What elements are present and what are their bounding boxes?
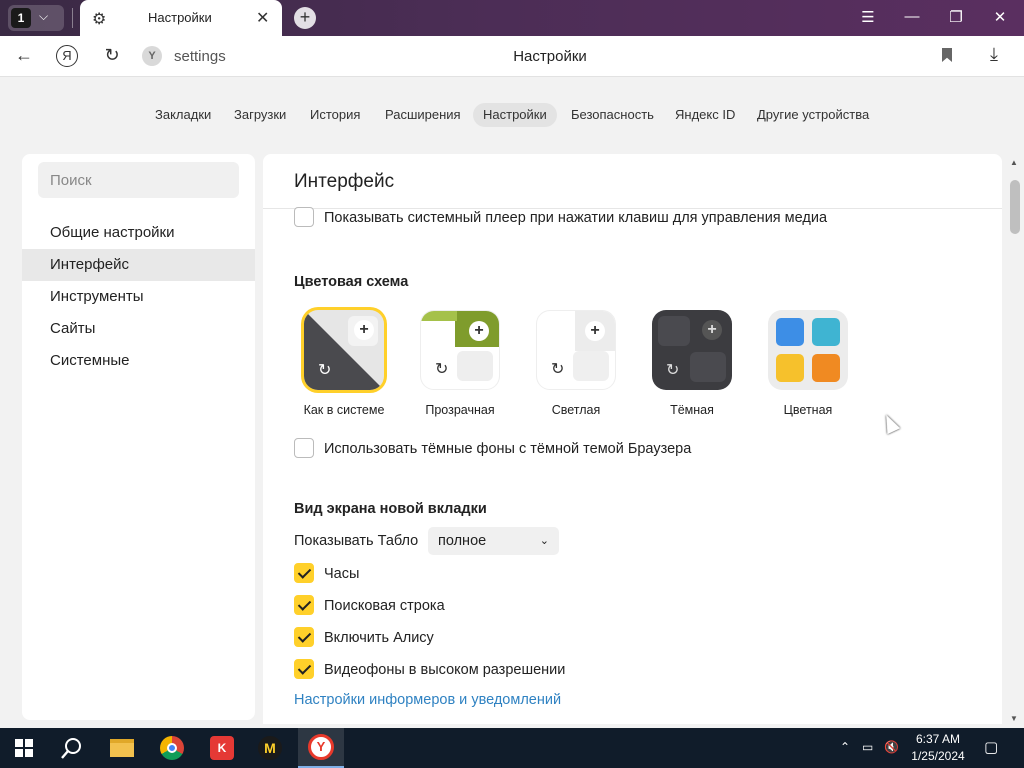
tablo-label: Показывать Табло: [294, 533, 419, 549]
network-icon[interactable]: ▭: [862, 740, 873, 754]
dark-backgrounds-checkbox[interactable]: [294, 438, 314, 458]
windows-taskbar: K M Y ⌃ ▭ 🔇 6:37 AM 1/25/2024 ▢: [0, 728, 1024, 768]
dark-backgrounds-label: Использовать тёмные фоны с тёмной темой …: [324, 441, 692, 457]
settings-sidebar: Общие настройки Интерфейс Инструменты Са…: [22, 154, 255, 720]
theme-system-label: Как в системе: [303, 403, 385, 417]
topnav-yandex-id[interactable]: Яндекс ID: [665, 103, 745, 127]
sidebar-item-general[interactable]: Общие настройки: [22, 217, 255, 249]
alice-label: Включить Алису: [324, 630, 434, 646]
tab-separator: [72, 8, 73, 28]
search-bar-checkbox[interactable]: [294, 595, 314, 615]
scrollbar-thumb[interactable]: [1010, 180, 1020, 234]
chevron-down-icon: ⌄: [539, 535, 549, 547]
minimize-button[interactable]: —: [902, 8, 922, 25]
tablo-select[interactable]: полное ⌄: [428, 527, 559, 555]
theme-transparent[interactable]: + ↻ Прозрачная: [412, 310, 508, 417]
hd-video-backgrounds-label: Видеофоны в высоком разрешении: [324, 662, 566, 678]
theme-dark[interactable]: + ↻ Тёмная: [644, 310, 740, 417]
yandex-browser-taskbar-button[interactable]: Y: [298, 728, 344, 768]
address-bar: ← Я ↻ Y settings Настройки ⤓: [0, 36, 1024, 77]
kinopoisk-app-icon[interactable]: K: [208, 734, 236, 762]
active-tab[interactable]: ⚙ Настройки ✕: [80, 0, 282, 36]
download-icon[interactable]: ⤓: [990, 44, 998, 65]
topnav-extensions[interactable]: Расширения: [375, 103, 471, 127]
reload-icon: ↻: [666, 362, 680, 379]
plus-icon: +: [585, 321, 605, 341]
search-box: [38, 162, 239, 198]
theme-colored[interactable]: Цветная: [760, 310, 856, 417]
theme-light[interactable]: + ↻ Светлая: [528, 310, 624, 417]
media-player-label: Показывать системный плеер при нажатии к…: [324, 210, 828, 226]
theme-colored-label: Цветная: [783, 403, 833, 417]
yandex-market-icon[interactable]: M: [256, 734, 284, 762]
close-tab-icon[interactable]: ✕: [256, 8, 269, 28]
settings-topnav: Закладки Загрузки История Расширения Нас…: [0, 100, 1024, 130]
plus-icon: +: [702, 320, 722, 340]
clock-time: 6:37 AM: [915, 732, 961, 746]
theme-light-label: Светлая: [551, 403, 601, 417]
informers-settings-link[interactable]: Настройки информеров и уведомлений: [294, 692, 561, 708]
theme-light-preview: + ↻: [536, 310, 616, 390]
theme-system-preview: + ↻: [304, 310, 384, 390]
reload-icon: ↻: [318, 362, 332, 379]
topnav-history[interactable]: История: [300, 103, 370, 127]
reload-icon: ↻: [551, 361, 565, 378]
hd-video-backgrounds-checkbox[interactable]: [294, 659, 314, 679]
clock-date: 1/25/2024: [911, 749, 965, 763]
gear-icon: ⚙: [92, 11, 107, 28]
windows-start-icon[interactable]: [10, 734, 38, 762]
sidebar-item-sites[interactable]: Сайты: [22, 313, 255, 345]
menu-icon[interactable]: ☰: [858, 8, 878, 26]
yandex-browser-icon: Y: [308, 734, 334, 760]
search-icon[interactable]: [58, 734, 86, 762]
theme-dark-label: Тёмная: [670, 403, 714, 417]
sidebar-item-system[interactable]: Системные: [22, 345, 255, 377]
file-explorer-icon[interactable]: [108, 734, 136, 762]
topnav-settings[interactable]: Настройки: [473, 103, 557, 127]
tab-count: 1: [11, 8, 31, 28]
theme-system[interactable]: + ↻ Как в системе: [296, 310, 392, 417]
new-tab-heading: Вид экрана новой вкладки: [294, 501, 487, 517]
notifications-icon[interactable]: ▢: [984, 738, 998, 756]
browser-titlebar: 1 ⌵ ⚙ Настройки ✕ + ☰ — ❐ ✕: [0, 0, 1024, 36]
chevron-down-icon: ⌵: [39, 9, 49, 23]
taskbar-clock[interactable]: 6:37 AM 1/25/2024: [906, 731, 970, 765]
tablo-select-value: полное: [438, 533, 487, 549]
search-input[interactable]: [38, 162, 239, 198]
alice-checkbox[interactable]: [294, 627, 314, 647]
color-scheme-heading: Цветовая схема: [294, 274, 409, 290]
tab-counter-button[interactable]: 1 ⌵: [8, 5, 64, 31]
sidebar-item-interface[interactable]: Интерфейс: [22, 249, 255, 281]
settings-main-panel: Интерфейс Показывать системный плеер при…: [263, 154, 1002, 724]
sidebar-item-tools[interactable]: Инструменты: [22, 281, 255, 313]
tab-title: Настройки: [148, 10, 212, 25]
media-player-checkbox[interactable]: [294, 207, 314, 227]
clock-label: Часы: [324, 566, 360, 582]
topnav-security[interactable]: Безопасность: [561, 103, 664, 127]
topnav-bookmarks[interactable]: Закладки: [145, 103, 221, 127]
theme-transparent-preview: + ↻: [420, 310, 500, 390]
plus-icon: +: [354, 320, 374, 340]
clock-checkbox[interactable]: [294, 563, 314, 583]
section-heading: Интерфейс: [294, 171, 395, 192]
topnav-downloads[interactable]: Загрузки: [224, 103, 296, 127]
search-bar-label: Поисковая строка: [324, 598, 445, 614]
scroll-up-icon[interactable]: ▲: [1010, 158, 1018, 167]
new-tab-button[interactable]: +: [294, 7, 316, 29]
volume-muted-icon[interactable]: 🔇: [884, 740, 899, 754]
topnav-other-devices[interactable]: Другие устройства: [747, 103, 879, 127]
restore-button[interactable]: ❐: [946, 8, 966, 26]
scroll-down-icon[interactable]: ▼: [1010, 714, 1018, 723]
tray-expand-icon[interactable]: ⌃: [840, 740, 850, 754]
reload-icon: ↻: [435, 361, 449, 378]
close-window-button[interactable]: ✕: [990, 8, 1010, 26]
theme-colored-preview: [768, 310, 848, 390]
page-title: Настройки: [513, 48, 587, 65]
chrome-icon[interactable]: [158, 734, 186, 762]
theme-dark-preview: + ↻: [652, 310, 732, 390]
plus-icon: +: [469, 321, 489, 341]
theme-transparent-label: Прозрачная: [425, 403, 495, 417]
page-scrollbar[interactable]: ▲ ▼: [1008, 154, 1024, 728]
